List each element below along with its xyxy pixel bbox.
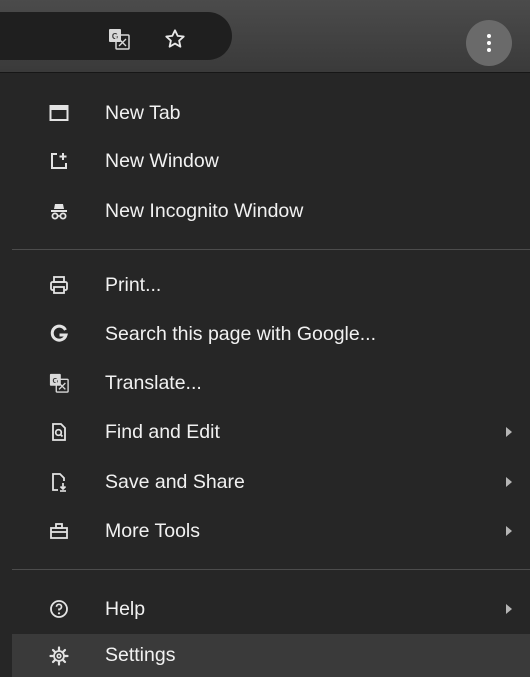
menu-item-label: Print... xyxy=(105,273,162,296)
menu-item-more-tools[interactable]: More Tools xyxy=(12,506,530,556)
incognito-icon xyxy=(48,200,70,222)
chrome-menu: New Tab New Window New Incognito Window … xyxy=(12,73,530,677)
translate-icon: G xyxy=(48,372,70,394)
menu-item-new-window[interactable]: New Window xyxy=(12,136,530,186)
more-options-button[interactable] xyxy=(466,20,512,66)
menu-item-label: New Incognito Window xyxy=(105,199,304,222)
bookmark-star-icon[interactable] xyxy=(164,28,186,50)
menu-separator xyxy=(12,249,530,250)
submenu-arrow-icon xyxy=(506,604,512,614)
gear-icon xyxy=(48,645,70,667)
menu-item-label: More Tools xyxy=(105,519,201,542)
google-g-icon xyxy=(48,323,70,345)
menu-item-label: Save and Share xyxy=(105,470,245,493)
print-icon xyxy=(48,274,70,296)
new-window-icon xyxy=(48,150,70,172)
submenu-arrow-icon xyxy=(506,477,512,487)
translate-icon[interactable]: G xyxy=(108,28,130,50)
svg-text:G: G xyxy=(53,376,59,385)
find-icon xyxy=(48,421,70,443)
menu-item-print[interactable]: Print... xyxy=(12,260,530,310)
menu-item-label: New Tab xyxy=(105,101,181,124)
more-vertical-icon xyxy=(487,34,491,52)
browser-toolbar: G xyxy=(0,0,530,72)
new-tab-icon xyxy=(48,102,70,124)
svg-text:G: G xyxy=(112,32,118,41)
menu-item-new-incognito-window[interactable]: New Incognito Window xyxy=(12,186,530,236)
submenu-arrow-icon xyxy=(506,427,512,437)
menu-separator xyxy=(12,569,530,570)
menu-item-save-and-share[interactable]: Save and Share xyxy=(12,457,530,507)
menu-item-label: Settings xyxy=(105,644,176,666)
menu-item-settings[interactable]: Settings xyxy=(12,634,530,677)
submenu-arrow-icon xyxy=(506,526,512,536)
menu-item-find-and-edit[interactable]: Find and Edit xyxy=(12,407,530,457)
menu-item-help[interactable]: Help xyxy=(12,584,530,634)
menu-item-label: Translate... xyxy=(105,371,202,394)
menu-item-new-tab[interactable]: New Tab xyxy=(12,88,530,138)
menu-item-label: Search this page with Google... xyxy=(105,322,376,345)
help-icon xyxy=(48,598,70,620)
menu-item-translate[interactable]: G Translate... xyxy=(12,358,530,408)
toolbox-icon xyxy=(48,520,70,542)
menu-item-search-with-google[interactable]: Search this page with Google... xyxy=(12,309,530,359)
save-share-icon xyxy=(48,471,70,493)
browser-window: G New Tab New Window New Incognito Windo… xyxy=(0,0,530,677)
menu-item-label: Find and Edit xyxy=(105,420,220,443)
menu-item-label: New Window xyxy=(105,149,219,172)
menu-item-label: Help xyxy=(105,597,146,620)
